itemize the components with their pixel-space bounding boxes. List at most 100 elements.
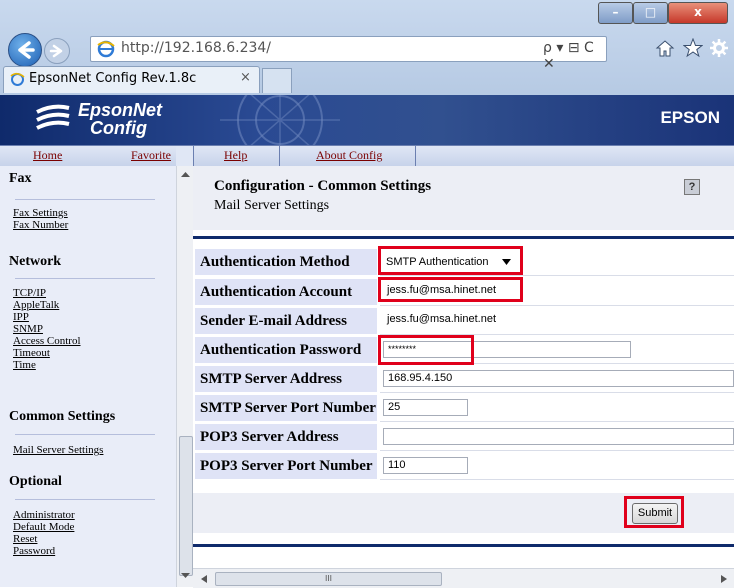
label-pop3-port: POP3 Server Port Number xyxy=(195,453,377,479)
form-row-sender-email: Sender E-mail Address jess.fu@msa.hinet.… xyxy=(195,308,734,335)
forward-button[interactable] xyxy=(44,38,70,64)
tab-title: EpsonNet Config Rev.1.8c xyxy=(29,71,197,86)
sidebar-divider xyxy=(15,499,155,500)
label-auth-method: Authentication Method xyxy=(195,249,377,275)
browser-chrome: – □ x http://192.168.6.234/ ρ ▾ ⊟ C ✕ Ep… xyxy=(0,0,734,100)
sidebar-item-timeout[interactable]: Timeout xyxy=(13,347,50,359)
label-pop3-address: POP3 Server Address xyxy=(195,424,377,450)
back-arrow-icon xyxy=(18,41,35,59)
sidebar-item-default-mode[interactable]: Default Mode xyxy=(13,521,74,533)
divider-rule xyxy=(193,544,734,547)
label-smtp-address: SMTP Server Address xyxy=(195,366,377,392)
sidebar-section-common-settings: Common Settings xyxy=(9,409,116,424)
sidebar-item-snmp[interactable]: SNMP xyxy=(13,323,43,335)
sidebar-item-administrator[interactable]: Administrator xyxy=(13,509,75,521)
smtp-port-input[interactable]: 25 xyxy=(383,399,468,416)
label-sender-email: Sender E-mail Address xyxy=(195,308,377,334)
close-window-button[interactable]: x xyxy=(668,2,728,24)
scroll-thumb[interactable] xyxy=(179,436,193,576)
cell-smtp-port: 25 xyxy=(380,395,734,422)
nav-favorite[interactable]: Favorite xyxy=(131,148,171,163)
label-auth-account: Authentication Account xyxy=(195,279,377,305)
title-panel: Configuration - Common Settings Mail Ser… xyxy=(193,166,734,230)
sidebar-item-tcpip[interactable]: TCP/IP xyxy=(13,287,46,299)
sidebar-item-ipp[interactable]: IPP xyxy=(13,311,29,323)
sidebar-item-access-control[interactable]: Access Control xyxy=(13,335,81,347)
maximize-button[interactable]: □ xyxy=(633,2,668,24)
sidebar-section-fax: Fax xyxy=(9,171,32,186)
sidebar-section-optional: Optional xyxy=(9,474,62,489)
back-button[interactable] xyxy=(8,33,42,67)
nav-divider xyxy=(415,146,416,166)
scroll-right-arrow-icon[interactable] xyxy=(721,575,727,583)
nav-spacer xyxy=(176,146,193,166)
nav-home[interactable]: Home xyxy=(33,148,62,163)
epson-header: EpsonNet Config EPSON xyxy=(0,95,734,145)
cell-pop3-address xyxy=(380,424,734,451)
sidebar-scrollbar[interactable] xyxy=(176,166,194,587)
sender-email-input[interactable]: jess.fu@msa.hinet.net xyxy=(383,312,513,329)
url-text: http://192.168.6.234/ xyxy=(121,40,272,56)
tab-bar: EpsonNet Config Rev.1.8c × xyxy=(0,64,734,93)
label-smtp-port: SMTP Server Port Number xyxy=(195,395,377,421)
favorites-star-icon[interactable] xyxy=(683,38,703,58)
cell-pop3-port: 110 xyxy=(380,453,734,480)
sidebar-item-password[interactable]: Password xyxy=(13,545,55,557)
pop3-address-input[interactable] xyxy=(383,428,734,445)
page-title: Configuration - Common Settings xyxy=(214,178,432,194)
ie-tab-icon xyxy=(10,72,25,86)
nav-about[interactable]: About Config xyxy=(316,148,382,163)
ie-page-icon xyxy=(97,40,115,58)
sidebar-divider xyxy=(15,434,155,435)
divider-rule xyxy=(193,236,734,239)
nav-help[interactable]: Help xyxy=(224,148,247,163)
cell-smtp-address: 168.95.4.150 xyxy=(380,366,734,393)
window-controls: – □ x xyxy=(598,2,729,24)
sidebar-divider xyxy=(15,278,155,279)
highlight-box xyxy=(378,246,523,275)
horizontal-scrollbar[interactable]: III xyxy=(193,568,734,588)
sidebar: Fax Fax Settings Fax Number Network TCP/… xyxy=(0,166,176,587)
forward-arrow-icon xyxy=(49,44,63,58)
nav-divider xyxy=(279,146,280,166)
epson-brand: EPSON xyxy=(660,108,720,127)
scroll-left-arrow-icon[interactable] xyxy=(201,575,207,583)
sidebar-item-reset[interactable]: Reset xyxy=(13,533,37,545)
pop3-port-input[interactable]: 110 xyxy=(383,457,468,474)
help-icon[interactable]: ? xyxy=(684,179,700,195)
sidebar-divider xyxy=(15,199,155,200)
scroll-up-arrow-icon[interactable] xyxy=(181,171,190,178)
sidebar-item-fax-settings[interactable]: Fax Settings xyxy=(13,207,68,219)
logo-line-2: Config xyxy=(90,118,147,138)
highlight-box xyxy=(378,277,523,302)
h-scroll-thumb[interactable]: III xyxy=(215,572,442,586)
form-row-pop3-address: POP3 Server Address xyxy=(195,424,734,451)
epsonnet-logo-icon xyxy=(36,104,70,130)
smtp-address-input[interactable]: 168.95.4.150 xyxy=(383,370,734,387)
highlight-box xyxy=(378,335,474,365)
scroll-down-arrow-icon[interactable] xyxy=(181,572,190,579)
tab-close-icon[interactable]: × xyxy=(240,70,251,85)
compass-watermark-icon xyxy=(220,95,340,145)
highlight-box xyxy=(624,496,684,528)
form-row-smtp-address: SMTP Server Address 168.95.4.150 xyxy=(195,366,734,393)
label-auth-password: Authentication Password xyxy=(195,337,377,363)
top-nav: Home Favorite Help About Config xyxy=(0,145,734,167)
minimize-button[interactable]: – xyxy=(598,2,633,24)
new-tab-button[interactable] xyxy=(262,68,292,93)
page-subtitle: Mail Server Settings xyxy=(214,198,330,213)
gear-icon[interactable] xyxy=(709,38,729,58)
logo-text: EpsonNet Config xyxy=(78,101,162,137)
sidebar-item-mail-server-settings[interactable]: Mail Server Settings xyxy=(13,444,103,456)
form-row-smtp-port: SMTP Server Port Number 25 xyxy=(195,395,734,422)
sidebar-item-fax-number[interactable]: Fax Number xyxy=(13,219,68,231)
cell-sender-email: jess.fu@msa.hinet.net xyxy=(380,308,734,335)
address-bar[interactable]: http://192.168.6.234/ ρ ▾ ⊟ C ✕ xyxy=(90,36,607,72)
logo-line-1: EpsonNet xyxy=(78,100,163,120)
sidebar-item-appletalk[interactable]: AppleTalk xyxy=(13,299,59,311)
home-icon[interactable] xyxy=(655,38,675,58)
sidebar-item-time[interactable]: Time xyxy=(13,359,36,371)
main-content: Configuration - Common Settings Mail Ser… xyxy=(193,166,734,587)
nav-divider xyxy=(193,146,194,166)
browser-tab[interactable]: EpsonNet Config Rev.1.8c × xyxy=(3,66,260,93)
